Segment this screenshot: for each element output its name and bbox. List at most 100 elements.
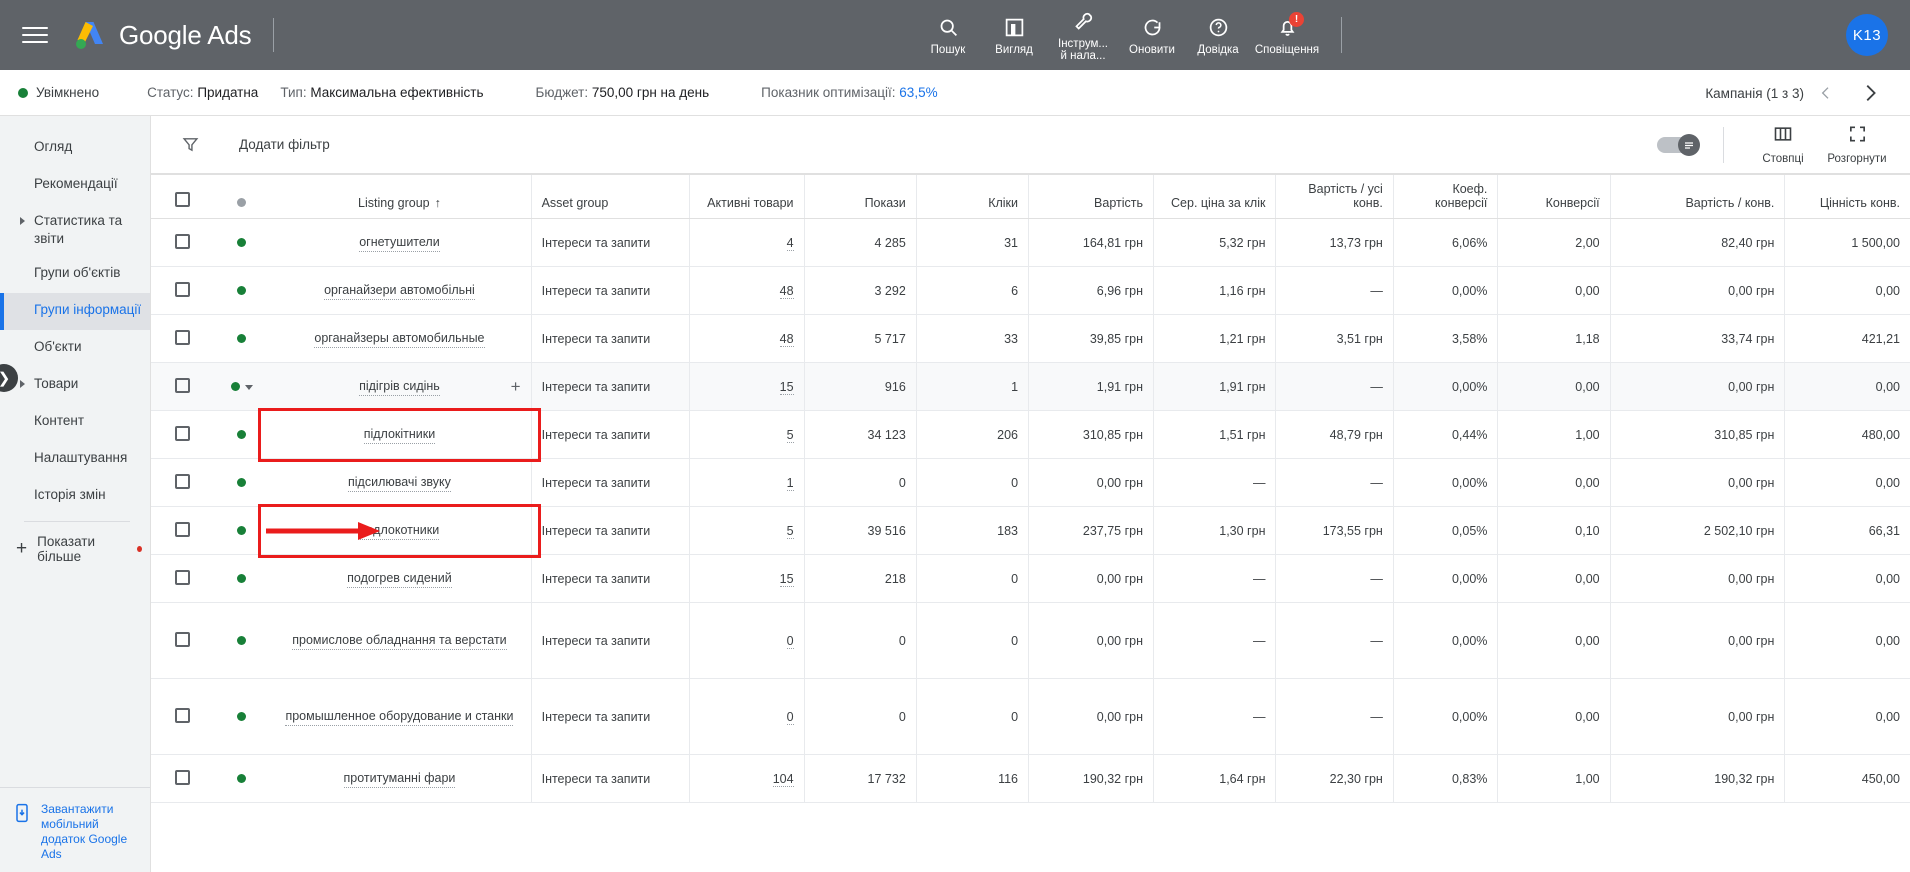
funnel-filter-icon[interactable] <box>177 136 203 153</box>
cost-cell: 1,91 грн <box>1028 362 1154 411</box>
active-products-link[interactable]: 48 <box>779 283 794 299</box>
search-action[interactable]: Пошук <box>915 0 981 70</box>
campaign-next-button[interactable] <box>1848 70 1892 116</box>
sidebar-item-asset-groups[interactable]: Групи об'єктів <box>0 256 150 293</box>
view-label: Вигляд <box>995 43 1033 56</box>
active-products-link[interactable]: 0 <box>786 633 794 649</box>
row-checkbox-cell <box>151 458 215 507</box>
sidebar-item-insights-reports[interactable]: Статистика та звіти <box>0 204 150 256</box>
active-products-link[interactable]: 48 <box>779 331 794 347</box>
add-filter-button[interactable]: Додати фільтр <box>239 137 330 152</box>
listing-group-link[interactable]: органайзери автомобільні <box>324 282 475 300</box>
row-checkbox[interactable] <box>175 377 191 393</box>
listing-group-column-header[interactable]: Listing group ↑ <box>268 174 532 219</box>
tools-action[interactable]: Інструм... й нала... <box>1047 0 1119 70</box>
sidebar-show-more-button[interactable]: + Показати більше <box>0 522 150 576</box>
conv-value-column-header[interactable]: Цінність конв. <box>1784 174 1910 219</box>
sidebar-item-products[interactable]: Товари <box>0 367 150 404</box>
listing-group-link[interactable]: огнетушители <box>359 234 440 252</box>
sidebar-item-overview[interactable]: Огляд <box>0 130 150 167</box>
listing-group-link[interactable]: подлокотники <box>359 522 440 540</box>
columns-button[interactable]: Стовпці <box>1746 124 1820 165</box>
listing-group-link[interactable]: подогрев сидений <box>347 570 452 588</box>
sidebar-item-assets[interactable]: Об'єкти <box>0 330 150 367</box>
active-products-link[interactable]: 15 <box>779 379 794 395</box>
table-row[interactable]: промышленное оборудование и станки Інтере… <box>151 678 1910 755</box>
listing-group-link[interactable]: протитуманні фари <box>343 770 456 788</box>
row-checkbox[interactable] <box>175 281 191 297</box>
row-checkbox[interactable] <box>175 473 191 489</box>
optscore-field[interactable]: Показник оптимізації: 63,5% <box>761 85 937 100</box>
cost-column-header[interactable]: Вартість <box>1028 174 1154 219</box>
listing-group-link[interactable]: промышленное оборудование и станки <box>285 708 514 726</box>
page-layout: ❯ Огляд Рекомендації Статистика та звіти… <box>0 116 1910 872</box>
optscore-prefix: Показник оптимізації: <box>761 85 896 100</box>
table-chart-toggle[interactable] <box>1657 133 1700 156</box>
expand-button[interactable]: Розгорнути <box>1820 124 1894 165</box>
campaign-prev-button[interactable] <box>1804 70 1848 116</box>
impressions-column-header[interactable]: Покази <box>803 174 917 219</box>
table-row[interactable]: органайзеры автомобильные Інтереси та зап… <box>151 314 1910 363</box>
listing-group-link[interactable]: підсилювачі звуку <box>348 474 451 492</box>
active-products-link[interactable]: 5 <box>786 523 794 539</box>
sidebar-item-content[interactable]: Контент <box>0 404 150 441</box>
active-products-link[interactable]: 4 <box>786 235 794 251</box>
active-products-column-header[interactable]: Активні товари <box>688 174 805 219</box>
google-ads-logo[interactable]: Google Ads <box>72 18 252 52</box>
table-row[interactable]: підсилювачі звуку Інтереси та запити 1 0 0 0,… <box>151 458 1910 507</box>
conv-rate-column-header[interactable]: Коеф. конверсії <box>1392 174 1498 219</box>
add-subdivision-button[interactable]: + <box>511 378 521 395</box>
row-checkbox[interactable] <box>175 769 191 785</box>
refresh-action[interactable]: Оновити <box>1119 0 1185 70</box>
row-checkbox[interactable] <box>175 707 191 723</box>
active-products-link[interactable]: 104 <box>772 771 794 787</box>
table-row[interactable]: органайзери автомобільні Інтереси та запи… <box>151 266 1910 315</box>
sidebar-item-recommendations[interactable]: Рекомендації <box>0 167 150 204</box>
table-row[interactable]: промислове обладнання та верстати Інтерес… <box>151 602 1910 679</box>
cost-per-conv-cell: 0,00 грн <box>1609 266 1785 315</box>
avatar[interactable]: K13 <box>1846 14 1888 56</box>
select-all-checkbox[interactable] <box>175 192 191 207</box>
cost-per-all-conv-cell: — <box>1275 678 1394 755</box>
notifications-action[interactable]: ! Сповіщення <box>1251 0 1323 70</box>
sidebar-item-change-history[interactable]: Історія змін <box>0 478 150 515</box>
active-products-link[interactable]: 0 <box>786 709 794 725</box>
conversions-column-header[interactable]: Конверсії <box>1497 174 1611 219</box>
listing-group-link[interactable]: підлокітники <box>363 426 436 444</box>
active-products-link[interactable]: 1 <box>786 475 794 491</box>
listing-group-link[interactable]: промислове обладнання та верстати <box>292 632 507 650</box>
row-checkbox[interactable] <box>175 425 191 441</box>
conv-value-cell: 66,31 <box>1784 506 1910 555</box>
sidebar-item-listing-groups[interactable]: Групи інформації <box>0 293 150 330</box>
row-checkbox[interactable] <box>175 329 191 345</box>
listing-group-link[interactable]: органайзеры автомобильные <box>314 330 485 348</box>
conversions-cell: 2,00 <box>1497 218 1611 267</box>
table-row[interactable]: підігрів сидінь + Інтереси та запити 15 916 1… <box>151 362 1910 411</box>
table-row[interactable]: протитуманні фари Інтереси та запити 104 17… <box>151 754 1910 803</box>
listing-groups-table: Listing group ↑ Asset group Активні това… <box>151 174 1910 803</box>
table-row[interactable]: подлокотники Інтереси та запити 5 39 516 183… <box>151 506 1910 555</box>
expand-caret-icon[interactable] <box>244 384 253 390</box>
cost-per-all-conv-column-header[interactable]: Вартість / усі конв. <box>1275 174 1394 219</box>
budget-field[interactable]: Бюджет: 750,00 грн на день <box>536 85 710 100</box>
row-checkbox[interactable] <box>175 569 191 585</box>
row-checkbox[interactable] <box>175 631 191 647</box>
row-checkbox[interactable] <box>175 521 191 537</box>
asset-group-column-header[interactable]: Asset group <box>530 174 690 219</box>
help-action[interactable]: Довідка <box>1185 0 1251 70</box>
table-row[interactable]: огнетушители Інтереси та запити 4 4 285 31 16… <box>151 218 1910 267</box>
mobile-app-link[interactable]: Завантажити мобільний додаток Google Ads <box>41 802 140 862</box>
active-products-link[interactable]: 15 <box>779 571 794 587</box>
view-action[interactable]: Вигляд <box>981 0 1047 70</box>
hamburger-menu-icon[interactable] <box>18 18 52 52</box>
sidebar-item-settings[interactable]: Налаштування <box>0 441 150 478</box>
avg-cpc-column-header[interactable]: Сер. ціна за клік <box>1153 174 1276 219</box>
active-products-link[interactable]: 5 <box>786 427 794 443</box>
main-content: Додати фільтр Стовпці Розгорнути Listing… <box>150 116 1910 872</box>
listing-group-link[interactable]: підігрів сидінь <box>359 378 440 396</box>
cost-per-conv-column-header[interactable]: Вартість / конв. <box>1609 174 1785 219</box>
clicks-column-header[interactable]: Кліки <box>915 174 1029 219</box>
table-row[interactable]: підлокітники Інтереси та запити 5 34 123 206… <box>151 410 1910 459</box>
table-row[interactable]: подогрев сидений Інтереси та запити 15 218 0… <box>151 554 1910 603</box>
row-checkbox[interactable] <box>175 233 191 249</box>
